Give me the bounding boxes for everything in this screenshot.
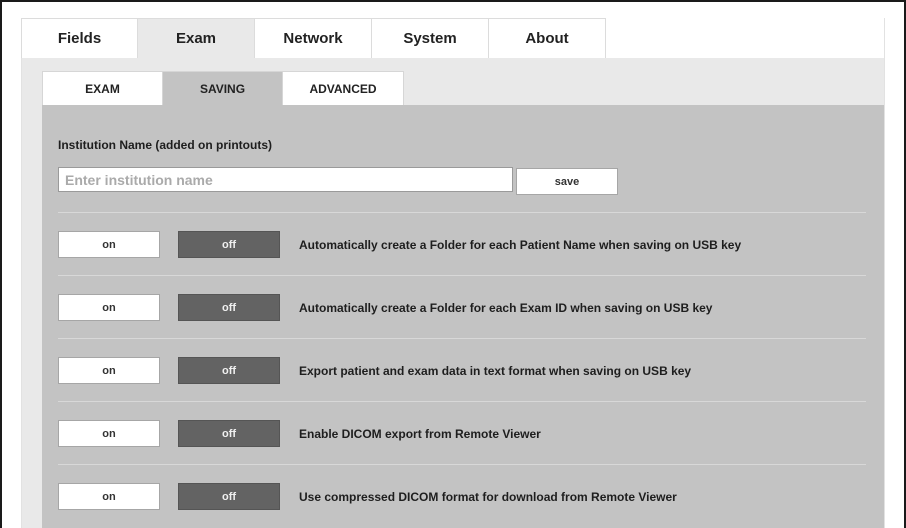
institution-name-input[interactable]: [58, 167, 513, 192]
subtab-exam[interactable]: EXAM: [42, 71, 163, 105]
off-button[interactable]: off: [178, 294, 280, 321]
tab-system[interactable]: System: [372, 18, 489, 58]
tab-about[interactable]: About: [489, 18, 606, 58]
divider: [58, 212, 866, 213]
subtab-saving[interactable]: SAVING: [163, 71, 283, 105]
sub-tab-bar: EXAM SAVING ADVANCED: [42, 71, 404, 105]
off-button[interactable]: off: [178, 483, 280, 510]
option-row-patient-folder: on off Automatically create a Folder for…: [58, 231, 866, 258]
option-label: Export patient and exam data in text for…: [299, 363, 692, 378]
on-button[interactable]: on: [58, 483, 160, 510]
tab-network[interactable]: Network: [255, 18, 372, 58]
on-button[interactable]: on: [58, 357, 160, 384]
divider: [58, 338, 866, 339]
option-row-compressed-dicom: on off Use compressed DICOM format for d…: [58, 483, 866, 510]
divider: [58, 464, 866, 465]
top-tab-bar: Fields Exam Network System About: [21, 18, 606, 58]
option-row-exam-folder: on off Automatically create a Folder for…: [58, 294, 866, 321]
option-label: Enable DICOM export from Remote Viewer: [299, 426, 541, 441]
option-label: Automatically create a Folder for each E…: [299, 300, 713, 315]
option-label: Use compressed DICOM format for download…: [299, 489, 677, 504]
off-button[interactable]: off: [178, 420, 280, 447]
off-button[interactable]: off: [178, 231, 280, 258]
option-label: Automatically create a Folder for each P…: [299, 237, 742, 252]
off-button[interactable]: off: [178, 357, 280, 384]
on-button[interactable]: on: [58, 294, 160, 321]
tab-fields[interactable]: Fields: [21, 18, 138, 58]
save-button[interactable]: save: [516, 168, 618, 195]
option-row-dicom-export: on off Enable DICOM export from Remote V…: [58, 420, 866, 447]
on-button[interactable]: on: [58, 420, 160, 447]
institution-name-label: Institution Name (added on printouts): [58, 138, 272, 152]
tab-exam[interactable]: Exam: [138, 18, 255, 58]
divider: [58, 275, 866, 276]
subtab-advanced[interactable]: ADVANCED: [283, 71, 404, 105]
option-row-text-export: on off Export patient and exam data in t…: [58, 357, 866, 384]
on-button[interactable]: on: [58, 231, 160, 258]
divider: [58, 401, 866, 402]
